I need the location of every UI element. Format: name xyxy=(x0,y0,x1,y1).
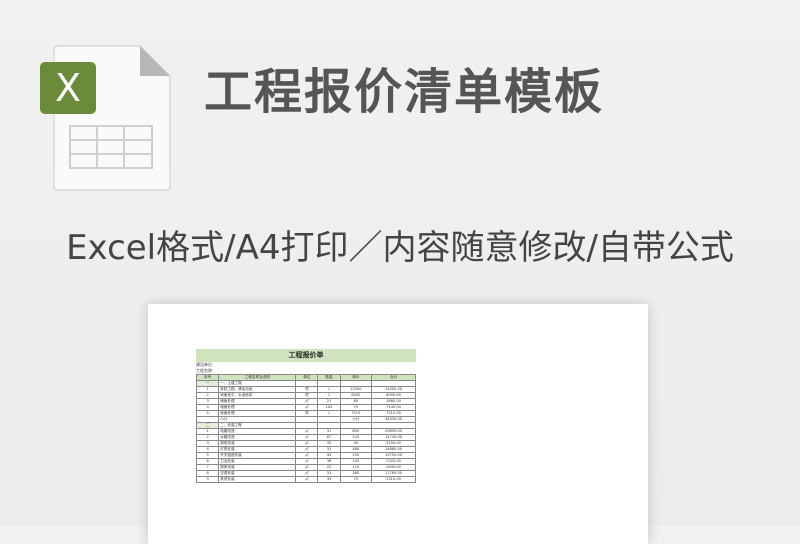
sheet-title: 工程报价单 xyxy=(196,349,416,362)
page-subtitle: Excel格式/A4打印／内容随意修改/自带公式 xyxy=(66,228,734,268)
table-row: 9 其他安装㎡ 33 70 2310.00 xyxy=(195,476,416,483)
table-cell: ㎡ xyxy=(295,476,319,483)
table-cell: 9 xyxy=(195,476,220,483)
table-cell: 2310.00 xyxy=(371,476,416,483)
spreadsheet-preview: 工程报价单 建设单位： 工程名称： 序号 工程名称及说明 单位 数量 单价 合价… xyxy=(148,304,648,544)
table-cell: 其他安装 xyxy=(218,476,297,483)
table-cell: 33 xyxy=(317,476,341,483)
table-cell: 70 xyxy=(339,476,373,483)
excel-file-icon: X xyxy=(40,42,176,192)
excel-badge-letter: X xyxy=(54,66,82,110)
quote-table: 序号 工程名称及说明 单位 数量 单价 合价 一一、土建工程 1 拆除工程，清运垃圾… xyxy=(195,374,416,483)
page-title: 工程报价清单模板 xyxy=(204,64,605,120)
